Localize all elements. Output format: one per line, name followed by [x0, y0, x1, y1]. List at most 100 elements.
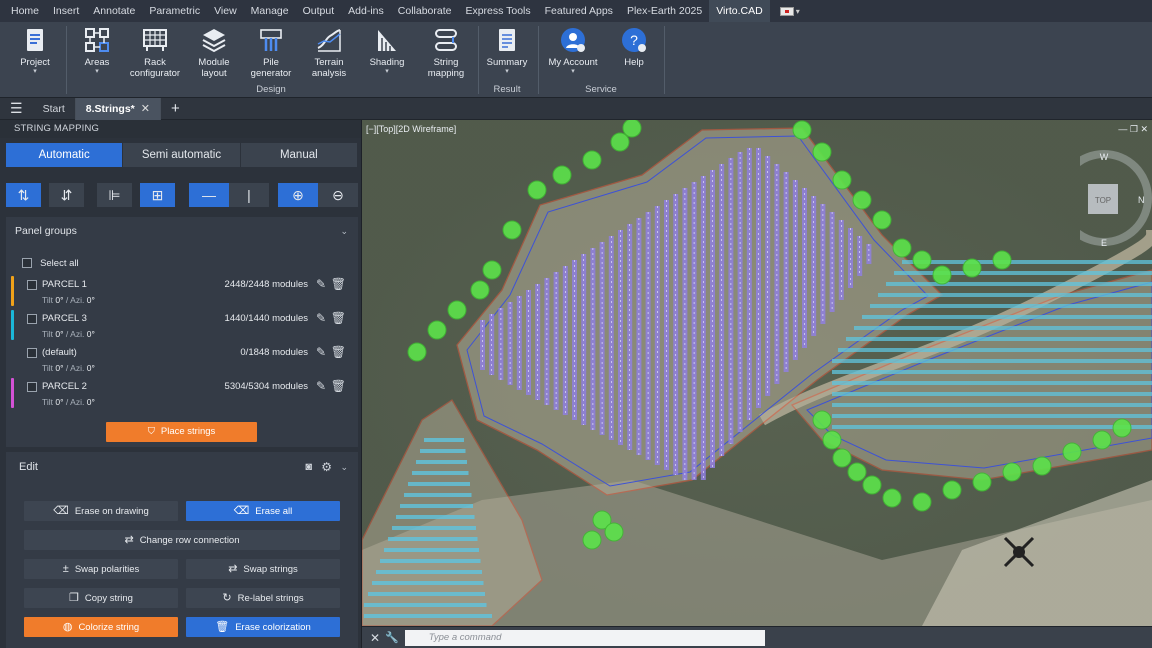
pencil-icon[interactable]: ✎ [316, 345, 326, 359]
eraser-icon: ⌫ [53, 505, 69, 517]
group-checkbox[interactable] [27, 314, 37, 324]
group-checkbox[interactable] [27, 280, 37, 290]
pencil-icon[interactable]: ✎ [316, 311, 326, 325]
areas-button[interactable]: Areas ▾ [76, 26, 118, 76]
trash-icon[interactable]: 🗑 [331, 311, 346, 325]
add-tab-button[interactable]: + [161, 100, 190, 117]
swap-polarities-label: Swap polarities [74, 564, 140, 575]
tab-home[interactable]: Home [4, 0, 46, 22]
horizontal-line-icon[interactable]: — [189, 183, 229, 207]
module-row [380, 559, 481, 563]
azi-value: 0° [86, 295, 95, 305]
shading-button[interactable]: Shading ▾ [366, 26, 408, 76]
tab-featured-apps[interactable]: Featured Apps [538, 0, 620, 22]
shield-icon: ⛉ [147, 426, 155, 437]
module-row [404, 493, 472, 497]
tab-plex-earth[interactable]: Plex-Earth 2025 [620, 0, 709, 22]
zoom-out-icon[interactable]: ⊖ [318, 183, 358, 207]
vertical-line-icon[interactable]: | [229, 183, 269, 207]
tab-virto-cad[interactable]: Virto.CAD [709, 0, 770, 22]
module-row [627, 224, 633, 450]
my-account-button[interactable]: My Account ▾ [546, 26, 600, 76]
tab-8-strings[interactable]: 8.Strings* ✕ [75, 97, 161, 120]
module-layout-button[interactable]: Module layout [192, 26, 236, 79]
help-button[interactable]: ? Help [616, 26, 652, 68]
tab-collaborate[interactable]: Collaborate [391, 0, 459, 22]
zoom-in-icon[interactable]: ⊕ [278, 183, 318, 207]
tree-marker [582, 150, 602, 170]
module-row [832, 381, 1152, 385]
tree-marker [502, 220, 522, 240]
erase-on-drawing-button[interactable]: ⌫ Erase on drawing [24, 501, 178, 521]
tab-manage[interactable]: Manage [244, 0, 296, 22]
tab-output[interactable]: Output [296, 0, 342, 22]
summary-button[interactable]: Summary ▾ [486, 26, 528, 76]
pencil-icon[interactable]: ✎ [316, 379, 326, 393]
mode-semi-automatic[interactable]: Semi automatic [123, 143, 241, 167]
polarity-icon: ± [62, 563, 69, 575]
tab-annotate[interactable]: Annotate [86, 0, 142, 22]
terrain-analysis-button[interactable]: Terrain analysis [306, 26, 352, 79]
select-all-checkbox[interactable] [22, 258, 32, 269]
trash-icon: 🗑 [215, 621, 230, 633]
swap-strings-button[interactable]: ⇄ Swap strings [186, 559, 340, 579]
pile-generator-button[interactable]: Pile generator [248, 26, 294, 79]
language-flag-icon[interactable] [779, 6, 794, 16]
viewport-window-controls[interactable]: — ❐ ✕ [1118, 124, 1148, 135]
tab-express-tools[interactable]: Express Tools [458, 0, 537, 22]
close-icon[interactable]: ✕ [370, 631, 380, 645]
swap-polarities-button[interactable]: ± Swap polarities [24, 559, 178, 579]
erase-all-button[interactable]: ⌫ Erase all [186, 501, 340, 521]
string-mapping-button[interactable]: String mapping [424, 26, 468, 79]
group-checkbox[interactable] [27, 382, 37, 392]
compass-n-label: N [1138, 195, 1145, 205]
chevron-down-icon[interactable]: ▾ [796, 7, 800, 16]
rack-configurator-button[interactable]: Rack configurator [126, 26, 184, 79]
project-button[interactable]: Project ▾ [14, 26, 56, 76]
group-checkbox[interactable] [27, 348, 37, 358]
gear-icon[interactable]: ⚙ [321, 452, 332, 482]
viewcube[interactable]: TOP W S N E [1080, 148, 1152, 248]
module-row [870, 304, 1152, 308]
mode-manual[interactable]: Manual [240, 143, 358, 167]
select-all-label: Select all [40, 257, 79, 269]
sort-ascending-icon[interactable]: ⇅ [6, 183, 41, 207]
viewport-label[interactable]: [−][Top][2D Wireframe] [366, 124, 456, 134]
mode-automatic[interactable]: Automatic [6, 143, 124, 167]
site-plan-drawing[interactable] [362, 120, 1152, 626]
relabel-strings-button[interactable]: ↻ Re-label strings [186, 588, 340, 608]
hamburger-menu-icon[interactable]: ☰ [0, 100, 33, 117]
command-input[interactable]: Type a command [404, 629, 765, 646]
select-all-row[interactable]: Select all [22, 257, 79, 269]
colorize-string-button[interactable]: ◍ Colorize string [24, 617, 178, 637]
swap-strings-label: Swap strings [243, 564, 298, 575]
place-strings-button[interactable]: ⛉ Place strings [106, 422, 257, 442]
panel-groups-header[interactable]: Panel groups ⌄ [6, 217, 358, 245]
tab-parametric[interactable]: Parametric [142, 0, 207, 22]
azi-value: 0° [86, 363, 95, 373]
pencil-icon[interactable]: ✎ [316, 277, 326, 291]
sort-descending-icon[interactable]: ⇵ [49, 183, 84, 207]
align-left-icon[interactable]: ⊫ [97, 183, 132, 207]
tab-view[interactable]: View [207, 0, 244, 22]
drawing-viewport[interactable]: [−][Top][2D Wireframe] TOP W S N E — ❐ ✕ [362, 120, 1152, 626]
close-icon[interactable]: ✕ [141, 103, 150, 115]
tab-start[interactable]: Start [33, 97, 76, 120]
trash-icon[interactable]: 🗑 [331, 379, 346, 393]
trash-icon[interactable]: 🗑 [331, 345, 346, 359]
copy-string-button[interactable]: ❐ Copy string [24, 588, 178, 608]
copy-icon: ❐ [69, 592, 79, 604]
align-grid-icon[interactable]: ⊞ [140, 183, 175, 207]
change-row-connection-button[interactable]: ⇄ Change row connection [24, 530, 340, 550]
module-row [878, 293, 1152, 297]
chevron-down-icon[interactable]: ⌄ [340, 217, 348, 245]
camera-icon[interactable]: ◙ [305, 452, 312, 482]
azi-label: / Azi. [65, 397, 85, 407]
wrench-icon[interactable]: 🔧 [385, 631, 399, 644]
edit-header[interactable]: Edit ◙ ⚙ ⌄ [6, 452, 358, 482]
tab-add-ins[interactable]: Add-ins [341, 0, 391, 22]
erase-colorization-button[interactable]: 🗑 Erase colorization [186, 617, 340, 637]
chevron-down-icon[interactable]: ⌄ [340, 452, 348, 482]
tab-insert[interactable]: Insert [46, 0, 86, 22]
trash-icon[interactable]: 🗑 [331, 277, 346, 291]
